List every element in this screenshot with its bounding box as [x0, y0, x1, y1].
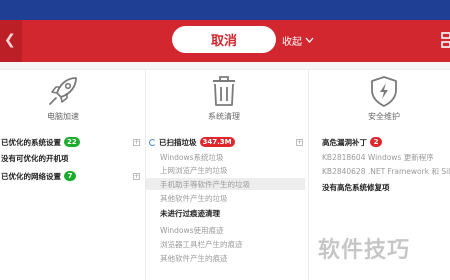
section-header[interactable]: 未进行过痕迹清理 [160, 208, 220, 219]
list-item[interactable]: KB2818604 Windows 更新程序 [322, 152, 434, 163]
count-badge: 7 [64, 171, 76, 181]
column-divider [145, 70, 146, 280]
list-item[interactable]: 没有可优化的开机项 [1, 153, 69, 164]
chevron-down-icon [305, 37, 314, 43]
category-label: 电脑加速 [47, 112, 79, 121]
list-item[interactable]: 没有高危系统修复项 [322, 182, 390, 193]
watermark: 软件技巧 [318, 238, 411, 263]
category-label: 安全维护 [368, 112, 400, 121]
expand-icon[interactable]: + [133, 139, 140, 146]
size-badge: 347.3M [199, 137, 235, 147]
collapse-toggle[interactable]: 收起 [282, 31, 314, 49]
loading-spinner-icon [149, 139, 156, 146]
list-item[interactable]: Windows使用痕迹 [160, 225, 223, 236]
shield-icon [371, 76, 397, 107]
list-item[interactable]: KB2840628 .NET Framework 和 Silverl [322, 166, 450, 177]
list-item[interactable]: 手机助手等软件产生的垃圾 [160, 179, 250, 190]
list-item[interactable]: 上网浏览产生的垃圾 [160, 165, 228, 176]
patches-summary[interactable]: 高危漏洞补丁 2 [322, 137, 382, 148]
top-strip [0, 0, 450, 20]
sub-strip [0, 62, 450, 70]
trash-icon [213, 76, 235, 106]
chevron-left-icon: ❮ [4, 32, 16, 48]
category-security[interactable]: 安全维护 [344, 74, 424, 122]
count-badge: 2 [370, 137, 382, 147]
list-item[interactable]: 其他软件产生的垃圾 [160, 193, 228, 204]
scan-header: ❮ 取消 收起 [0, 20, 450, 62]
count-badge: 22 [64, 137, 80, 147]
list-item[interactable]: 其他软件产生的痕迹 [160, 253, 228, 264]
list-item[interactable]: 已优化的系统设置 22 [1, 137, 80, 148]
category-speedup[interactable]: 电脑加速 [23, 74, 103, 122]
back-panel[interactable]: ❮ [0, 20, 22, 62]
cancel-button[interactable]: 取消 [172, 26, 276, 53]
expand-icon[interactable]: + [296, 139, 303, 146]
category-cleanup[interactable]: 系统清理 [184, 74, 264, 122]
column-divider [308, 70, 309, 280]
scanned-summary[interactable]: 已扫描垃圾 347.3M [149, 137, 235, 148]
list-item[interactable]: 已优化的网络设置 7 [1, 171, 76, 182]
menu-icon[interactable] [440, 30, 450, 50]
expand-icon[interactable]: + [133, 173, 140, 180]
collapse-label: 收起 [282, 36, 302, 48]
rocket-icon [49, 77, 77, 105]
category-label: 系统清理 [208, 112, 240, 121]
list-item[interactable]: Windows系统垃圾 [160, 152, 223, 163]
list-item[interactable]: 浏览器工具栏产生的痕迹 [160, 239, 243, 250]
